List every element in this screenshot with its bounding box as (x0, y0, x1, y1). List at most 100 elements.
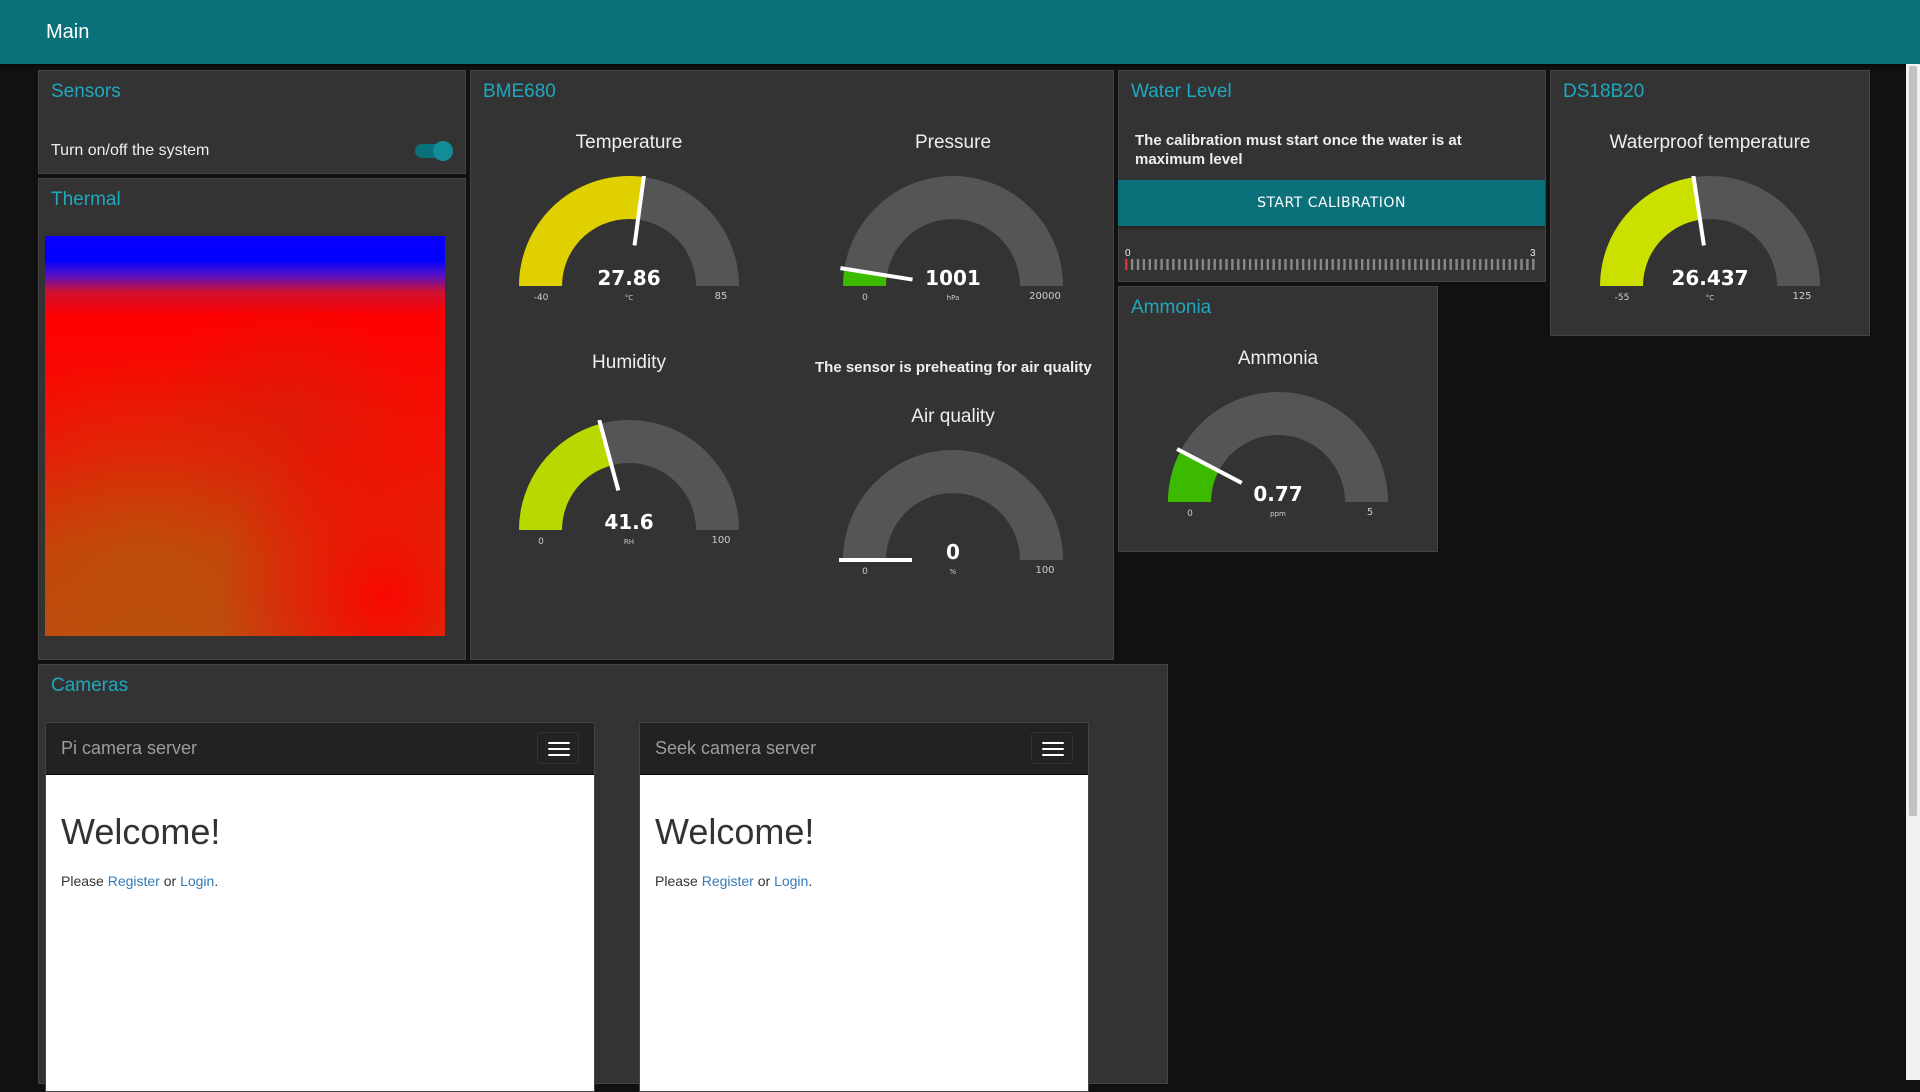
slider-tick (1237, 259, 1240, 270)
gauge-min: 0 (862, 293, 868, 303)
welcome-heading: Welcome! (61, 811, 221, 852)
slider-tick (1479, 259, 1482, 270)
slider-tick (1213, 259, 1216, 270)
gauge-title: Temperature (575, 132, 683, 153)
air-quality-gauge: Air quality 0% 0 100 (838, 404, 1068, 604)
page-scrollbar[interactable] (1906, 64, 1920, 1080)
slider-tick (1414, 259, 1417, 270)
calibration-message: The calibration must start once the wate… (1135, 132, 1462, 168)
gauge-unit: RH (624, 538, 634, 546)
slider-tick (1473, 259, 1476, 270)
gauge-min: 0 (538, 537, 544, 547)
toggle-knob (433, 141, 453, 161)
login-link[interactable]: Login (774, 873, 808, 889)
login-prompt: Please Register or Login. (61, 873, 218, 889)
slider-tick (1225, 259, 1228, 270)
camera-brand[interactable]: Pi camera server (61, 738, 197, 759)
gauge-dial: 26.437 °C -55 125 (1600, 176, 1820, 303)
slider-tick (1502, 259, 1505, 270)
register-link[interactable]: Register (108, 873, 160, 889)
slider-tick (1431, 259, 1435, 270)
slider-tick (1337, 259, 1340, 270)
slider-tick (1189, 259, 1193, 270)
seek-camera-frame: Seek camera server Welcome! Please Regis… (639, 722, 1089, 1092)
slider-tick (1290, 259, 1293, 270)
gauge-max: 85 (715, 291, 728, 302)
slider-tick (1349, 259, 1352, 270)
slider-tick (1366, 259, 1370, 270)
slider-tick (1408, 259, 1411, 270)
slider-tick (1154, 259, 1157, 270)
slider-tick (1207, 259, 1210, 270)
ds18b20-card-title: DS18B20 (1563, 81, 1645, 102)
slider-tick (1219, 259, 1222, 270)
gauge-title: Waterproof temperature (1609, 132, 1811, 153)
slider-tick (1443, 259, 1446, 270)
slider-tick (1272, 259, 1275, 270)
slider-tick (1526, 259, 1529, 270)
slider-tick (1402, 259, 1405, 270)
slider-tick (1313, 259, 1317, 270)
register-link[interactable]: Register (702, 873, 754, 889)
scrollbar-thumb[interactable] (1909, 66, 1917, 816)
gauge-unit: % (950, 568, 957, 576)
login-link[interactable]: Login (180, 873, 214, 889)
slider-tick (1390, 259, 1393, 270)
period-text: . (808, 873, 813, 889)
slider-tick (1461, 259, 1464, 270)
water-level-slider[interactable] (1124, 258, 1538, 272)
slider-tick (1178, 259, 1181, 270)
pressure-gauge: Pressure 1001 hPa 0 20000 (838, 130, 1068, 310)
camera-brand[interactable]: Seek camera server (655, 738, 816, 759)
slider-tick (1201, 259, 1205, 270)
gauge-dial: 0% 0 100 (839, 450, 1063, 577)
start-calibration-button[interactable]: START CALIBRATION (1118, 180, 1545, 226)
ammonia-gauge: Ammonia 0.77 ppm 0 5 (1163, 346, 1393, 546)
sensors-card-title: Sensors (51, 81, 121, 102)
slider-tick (1343, 259, 1346, 270)
gauge-title: Ammonia (1237, 348, 1319, 369)
gauge-value: 0.77 (1253, 482, 1302, 506)
thermal-card-title: Thermal (51, 189, 121, 210)
slider-tick (1325, 259, 1328, 270)
bme680-card-title: BME680 (483, 81, 556, 102)
slider-tick (1514, 259, 1517, 270)
menu-icon[interactable] (1031, 732, 1073, 764)
water-level-card-title: Water Level (1131, 81, 1232, 102)
system-toggle-switch[interactable] (415, 141, 453, 161)
please-text: Please (61, 873, 104, 889)
slider-tick (1172, 259, 1175, 270)
gauge-max: 20000 (1029, 291, 1061, 302)
slider-tick (1160, 259, 1163, 270)
please-text: Please (655, 873, 698, 889)
slider-tick (1319, 259, 1323, 270)
gauge-unit: ppm (1270, 510, 1286, 518)
slider-tick (1425, 259, 1429, 270)
slider-tick (1520, 259, 1523, 270)
camera-navbar: Seek camera server (640, 723, 1088, 775)
slider-tick (1378, 259, 1382, 270)
thermal-image (45, 236, 445, 636)
slider-tick (1420, 259, 1423, 270)
slider-tick (1396, 259, 1399, 270)
gauge-dial: 0.77 ppm 0 5 (1168, 392, 1388, 519)
system-toggle-label: Turn on/off the system (51, 142, 210, 159)
page-title: Main (46, 21, 90, 43)
slider-tick (1142, 259, 1146, 270)
camera-navbar: Pi camera server (46, 723, 594, 775)
gauge-value: 26.437 (1671, 266, 1748, 290)
water-level-card: Water Level The calibration must start o… (1118, 70, 1546, 282)
gauge-max: 125 (1792, 291, 1811, 302)
slider-tick (1248, 259, 1252, 270)
gauge-title: Air quality (911, 406, 995, 427)
slider-tick (1278, 259, 1281, 270)
slider-tick (1296, 259, 1299, 270)
slider-tick (1508, 259, 1511, 270)
welcome-heading: Welcome! (655, 811, 815, 852)
top-bar: Main (0, 0, 1920, 64)
gauge-max: 100 (711, 535, 730, 546)
sensors-card: Sensors Turn on/off the system (38, 70, 466, 174)
cameras-card-title: Cameras (51, 675, 129, 696)
slider-tick (1243, 259, 1246, 270)
menu-icon[interactable] (537, 732, 579, 764)
